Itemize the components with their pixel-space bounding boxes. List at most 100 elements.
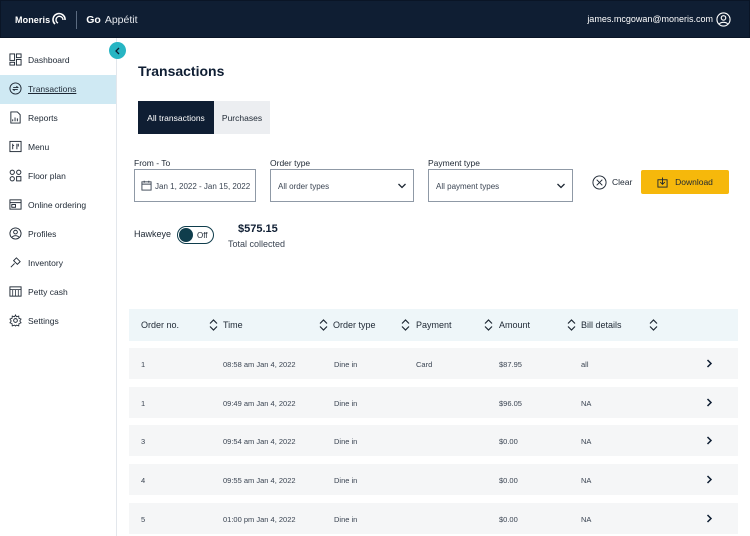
chevron-right-icon[interactable] (704, 513, 714, 524)
column-header-amount[interactable]: Amount (499, 320, 530, 330)
hawkeye-toggle[interactable]: Off (177, 226, 214, 244)
cell-order-type: Dine in (334, 399, 358, 408)
cell-order-type: Dine in (334, 437, 358, 446)
toggle-knob (179, 228, 193, 242)
cell-order-no: 4 (141, 476, 146, 485)
floor-plan-icon (9, 169, 22, 182)
sort-icon[interactable] (649, 319, 658, 331)
sidebar-item-online-ordering[interactable]: Online ordering (0, 191, 116, 220)
sort-icon[interactable] (401, 319, 410, 331)
table-row[interactable]: 1 08:58 am Jan 4, 2022 Dine in Card $87.… (129, 348, 738, 379)
top-bar: Moneris Go Appétit james.mcgowan@moneris… (0, 0, 750, 38)
clear-filters-button[interactable]: Clear (592, 173, 632, 191)
table-row[interactable]: 1 09:49 am Jan 4, 2022 Dine in $96.05 NA (129, 387, 738, 418)
cell-time: 01:00 pm Jan 4, 2022 (223, 515, 296, 524)
cell-bill-details: NA (581, 515, 592, 524)
cell-amount: $87.95 (499, 360, 522, 369)
sidebar-item-label: Reports (28, 113, 58, 123)
cell-time: 09:49 am Jan 4, 2022 (223, 399, 296, 408)
sidebar-item-label: Menu (28, 142, 50, 152)
transactions-icon (9, 82, 22, 95)
calendar-icon (141, 180, 152, 191)
sidebar-item-floor-plan[interactable]: Floor plan (0, 162, 116, 191)
total-collected-label: Total collected (228, 239, 286, 249)
sidebar-item-transactions[interactable]: Transactions (0, 75, 116, 104)
collapse-sidebar-button[interactable] (109, 42, 126, 59)
chevron-left-icon (114, 47, 119, 54)
sidebar-item-label: Settings (28, 316, 59, 326)
brand-appetit: Appétit (104, 14, 138, 26)
sidebar-item-label: Profiles (28, 229, 57, 239)
table-row[interactable]: 3 09:54 am Jan 4, 2022 Dine in $0.00 NA (129, 425, 738, 456)
hawkeye-label: Hawkeye (134, 229, 172, 239)
cell-order-no: 3 (141, 437, 146, 446)
chevron-right-icon[interactable] (704, 474, 714, 485)
brand-logo[interactable]: Moneris Go Appétit (15, 11, 138, 29)
cell-time: 08:58 am Jan 4, 2022 (223, 360, 296, 369)
clear-label: Clear (612, 177, 633, 187)
chevron-right-icon[interactable] (704, 435, 714, 446)
cell-time: 09:55 am Jan 4, 2022 (223, 476, 296, 485)
sidebar-item-reports[interactable]: Reports (0, 104, 116, 133)
sidebar-item-petty-cash[interactable]: Petty cash (0, 278, 116, 307)
tab-purchases[interactable]: Purchases (214, 101, 270, 134)
user-email[interactable]: james.mcgowan@moneris.com (587, 14, 713, 24)
table-row[interactable]: 4 09:55 am Jan 4, 2022 Dine in $0.00 NA (129, 464, 738, 495)
column-header-order-type[interactable]: Order type (333, 320, 376, 330)
sidebar-item-label: Online ordering (28, 200, 87, 210)
cell-order-no: 1 (141, 360, 146, 369)
column-header-payment[interactable]: Payment (416, 320, 452, 330)
column-header-time[interactable]: Time (223, 320, 243, 330)
user-avatar-icon[interactable] (716, 12, 731, 27)
chevron-down-icon (557, 183, 565, 189)
sort-icon[interactable] (209, 319, 218, 331)
sidebar-item-menu[interactable]: Menu (0, 133, 116, 162)
cell-amount: $0.00 (499, 476, 518, 485)
date-range-field[interactable]: Jan 1, 2022 - Jan 15, 2022 (134, 169, 256, 202)
chevron-right-icon[interactable] (704, 397, 714, 408)
sidebar-item-profiles[interactable]: Profiles (0, 220, 116, 249)
chevron-right-icon[interactable] (704, 358, 714, 369)
sidebar-item-label: Inventory (28, 258, 63, 268)
payment-type-label: Payment type (428, 158, 480, 168)
date-range-value: Jan 1, 2022 - Jan 15, 2022 (155, 182, 251, 191)
tab-all-transactions[interactable]: All transactions (138, 101, 214, 134)
column-header-order-no[interactable]: Order no. (141, 320, 179, 330)
cell-bill-details: NA (581, 437, 592, 446)
sort-icon[interactable] (567, 319, 576, 331)
brand-divider (76, 11, 78, 29)
date-range-label: From - To (134, 158, 171, 168)
profiles-icon (9, 227, 22, 240)
table-row[interactable]: 5 01:00 pm Jan 4, 2022 Dine in $0.00 NA (129, 503, 738, 534)
sort-icon[interactable] (484, 319, 493, 331)
cell-amount: $0.00 (499, 515, 518, 524)
sidebar-item-label: Dashboard (28, 55, 70, 65)
payment-type-select[interactable]: All payment types (428, 169, 573, 202)
cell-bill-details: NA (581, 399, 592, 408)
settings-icon (9, 314, 22, 327)
toggle-state: Off (197, 231, 208, 240)
download-icon (657, 176, 668, 188)
reports-icon (10, 111, 21, 124)
table-header: Order no. Time Order type Payment Amount… (129, 309, 738, 341)
cell-bill-details: NA (581, 476, 592, 485)
dashboard-icon (9, 53, 22, 66)
close-circle-icon (592, 174, 607, 190)
brand-moneris: Moneris (15, 15, 51, 25)
moneris-swirl-icon (52, 12, 67, 25)
cell-order-type: Dine in (334, 515, 358, 524)
payment-type-value: All payment types (436, 182, 500, 191)
petty-cash-icon (9, 286, 22, 297)
brand-go: Go (86, 14, 101, 26)
order-type-select[interactable]: All order types (270, 169, 414, 202)
sidebar-item-dashboard[interactable]: Dashboard (0, 46, 116, 75)
column-header-bill-details[interactable]: Bill details (581, 320, 622, 330)
sort-icon[interactable] (319, 319, 328, 331)
cell-order-type: Dine in (334, 476, 358, 485)
chevron-down-icon (398, 183, 406, 189)
sidebar-item-settings[interactable]: Settings (0, 307, 116, 336)
sidebar-item-label: Petty cash (28, 287, 68, 297)
download-button[interactable]: Download (641, 170, 729, 194)
cell-order-no: 1 (141, 399, 146, 408)
sidebar-item-inventory[interactable]: Inventory (0, 249, 116, 278)
